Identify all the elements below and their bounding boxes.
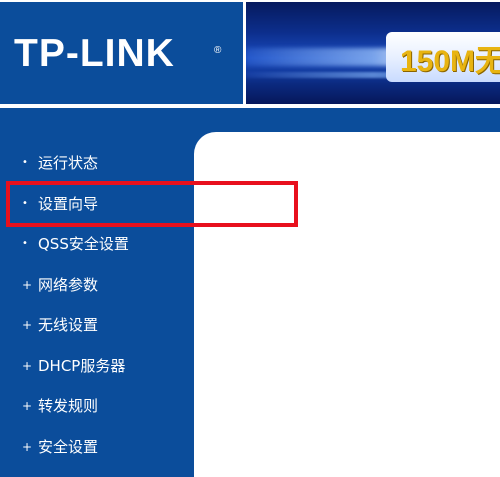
sidebar-item-label: DHCP服务器 xyxy=(38,357,126,375)
sidebar-item-label: 运行状态 xyxy=(38,154,99,172)
registered-mark: ® xyxy=(214,45,222,56)
expand-plus-icon: + xyxy=(22,399,33,413)
sidebar-item-wireless[interactable]: + 无线设置 xyxy=(22,314,98,336)
tp-link-logo: TP-LINK xyxy=(14,32,175,75)
bullet-icon: • xyxy=(22,238,28,249)
sidebar-item-label: QSS安全设置 xyxy=(38,235,129,253)
expand-plus-icon: + xyxy=(22,440,33,454)
sidebar-item-security[interactable]: + 安全设置 xyxy=(22,436,98,458)
sidebar-item-label: 安全设置 xyxy=(38,438,99,456)
expand-plus-icon: + xyxy=(22,278,33,292)
sidebar-item-label: 无线设置 xyxy=(38,316,99,334)
expand-plus-icon: + xyxy=(22,359,33,373)
bullet-icon: • xyxy=(22,157,28,168)
expand-plus-icon: + xyxy=(22,318,33,332)
sidebar-item-label: 网络参数 xyxy=(38,276,99,294)
highlight-annotation-box xyxy=(6,181,298,227)
sidebar-item-forwarding[interactable]: + 转发规则 xyxy=(22,395,98,417)
product-banner: 150M无 xyxy=(246,2,500,104)
sidebar-item-run-status[interactable]: • 运行状态 xyxy=(22,152,98,174)
sidebar-item-label: 转发规则 xyxy=(38,397,99,415)
sidebar-item-dhcp[interactable]: + DHCP服务器 xyxy=(22,355,125,377)
sidebar-item-network-params[interactable]: + 网络参数 xyxy=(22,274,98,296)
banner-title: 150M无 xyxy=(400,45,500,78)
logo-area: TP-LINK ® xyxy=(0,2,243,104)
sidebar-item-qss-security[interactable]: • QSS安全设置 xyxy=(22,233,129,255)
